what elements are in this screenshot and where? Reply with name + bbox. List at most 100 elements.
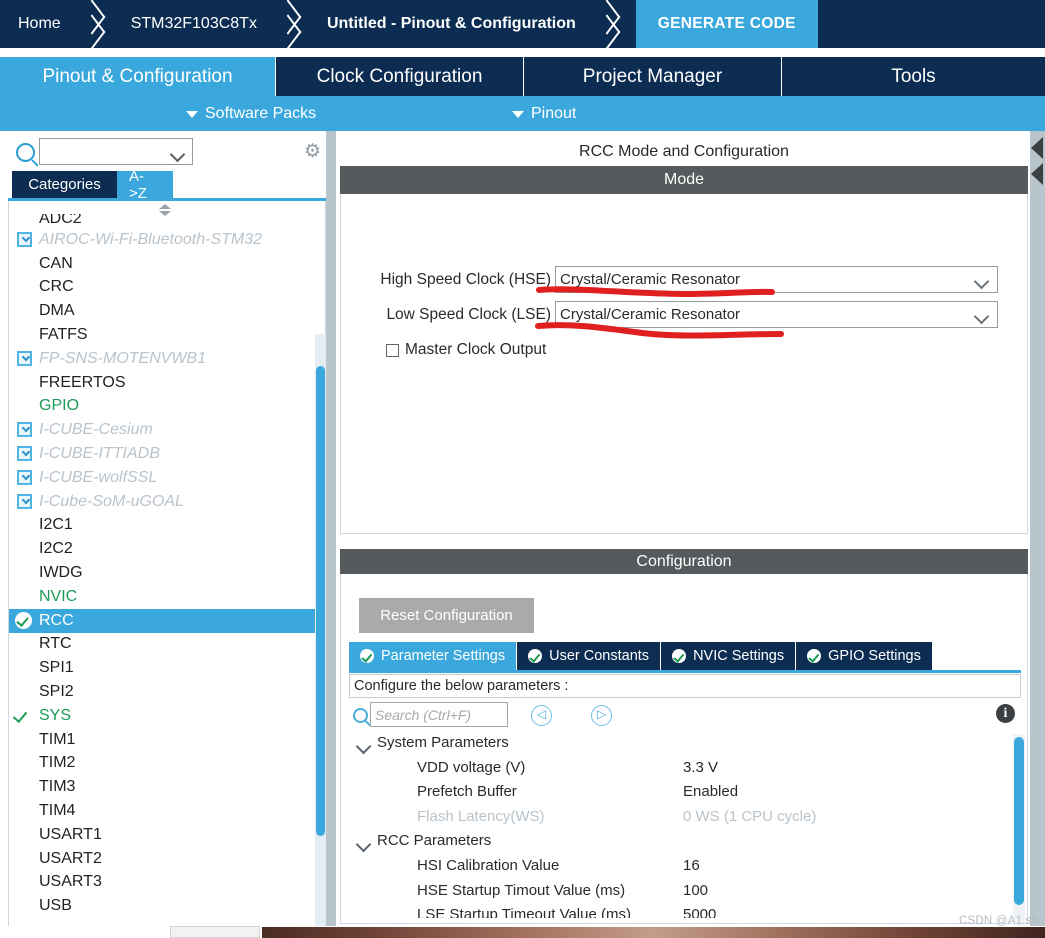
- sidebar-item-rtc[interactable]: RTC: [9, 633, 325, 657]
- tab-clock-configuration[interactable]: Clock Configuration: [276, 57, 524, 96]
- tab-gpio-settings[interactable]: GPIO Settings: [796, 642, 932, 670]
- tab-nvic-settings[interactable]: NVIC Settings: [661, 642, 797, 670]
- sidebar-item-label: USART1: [39, 825, 102, 843]
- sidebar-item-iwdg[interactable]: IWDG: [9, 561, 325, 585]
- parameter-search-input[interactable]: Search (Ctrl+F): [370, 702, 508, 727]
- sidebar-item-tim2[interactable]: TIM2: [9, 752, 325, 776]
- check-circle-icon: [528, 649, 543, 663]
- search-next-button[interactable]: ▷: [591, 705, 612, 726]
- sidebar-search-input[interactable]: [39, 138, 193, 165]
- sidebar-item-spi2[interactable]: SPI2: [9, 680, 325, 704]
- master-clock-output-label: Master Clock Output: [405, 341, 547, 358]
- info-icon[interactable]: i: [996, 704, 1015, 723]
- tree-row-label: HSI Calibration Value: [417, 856, 560, 874]
- mode-section-header: Mode: [340, 166, 1028, 194]
- sidebar-item-label: RCC: [39, 611, 74, 629]
- sidebar-item-rcc[interactable]: RCC: [9, 608, 318, 633]
- gear-icon[interactable]: ⚙: [303, 142, 322, 161]
- tree-row-value: Enabled: [683, 783, 739, 801]
- sidebar-tab-categories-label: Categories: [28, 176, 101, 193]
- tree-row-value: 3.3 V: [683, 758, 719, 776]
- breadcrumb-project[interactable]: Untitled - Pinout & Configuration: [309, 0, 594, 48]
- search-previous-button[interactable]: ◁: [531, 705, 552, 726]
- tree-group-rcc-parameters[interactable]: RCC Parameters: [349, 832, 1009, 857]
- sidebar-item-label: I2C1: [39, 516, 73, 534]
- hse-select[interactable]: Crystal/Ceramic Resonator: [555, 266, 998, 293]
- sidebar-item-usart1[interactable]: USART1: [9, 823, 325, 847]
- sidebar-item-fatfs[interactable]: FATFS: [9, 323, 325, 347]
- reset-configuration-button[interactable]: Reset Configuration: [359, 598, 534, 633]
- chevron-down-icon[interactable]: [169, 146, 186, 163]
- search-icon: [353, 708, 368, 723]
- sidebar-item-gpio[interactable]: GPIO: [9, 395, 325, 419]
- sidebar-item-crc[interactable]: CRC: [9, 276, 325, 300]
- sidebar-item-label: FP-SNS-MOTENVWB1: [39, 349, 207, 367]
- tree-row-vdd-voltage[interactable]: VDD voltage (V) 3.3 V: [349, 759, 1009, 784]
- sidebar-tab-categories[interactable]: Categories: [12, 171, 117, 198]
- collapse-left-arrow-icon[interactable]: [1031, 163, 1043, 185]
- sidebar-item-tim4[interactable]: TIM4: [9, 799, 325, 823]
- sidebar-item-tim3[interactable]: TIM3: [9, 775, 325, 799]
- sidebar-item-freertos[interactable]: FREERTOS: [9, 371, 325, 395]
- tab-tools-label: Tools: [891, 65, 936, 87]
- tree-row-hse-startup-timeout[interactable]: HSE Startup Timout Value (ms) 100: [349, 882, 1009, 907]
- sidebar-item-nvic[interactable]: NVIC: [9, 585, 325, 609]
- sidebar-item-label: I-CUBE-ITTIADB: [39, 445, 160, 463]
- tree-row-hsi-calibration-value[interactable]: HSI Calibration Value 16: [349, 857, 1009, 882]
- sidebar-item-airoc-wifi-bluetooth-stm32[interactable]: AIROC-Wi-Fi-Bluetooth-STM32: [9, 228, 325, 252]
- panel-divider[interactable]: [326, 131, 336, 926]
- breadcrumb-home[interactable]: Home: [0, 0, 79, 48]
- chevron-down-icon: [186, 111, 198, 118]
- tree-row-prefetch-buffer[interactable]: Prefetch Buffer Enabled: [349, 783, 1009, 808]
- sidebar-item-i2c1[interactable]: I2C1: [9, 514, 325, 538]
- tree-row-value: 100: [683, 881, 709, 899]
- tree-row-lse-startup-timeout[interactable]: LSE Startup Timeout Value (ms) 5000: [349, 906, 1009, 918]
- sidebar-search-row: ⚙: [0, 135, 334, 171]
- sidebar-item-usb[interactable]: USB: [9, 894, 325, 918]
- hse-value: Crystal/Ceramic Resonator: [560, 271, 741, 288]
- tab-pinout-configuration[interactable]: Pinout & Configuration: [0, 57, 276, 96]
- sidebar-item-dma[interactable]: DMA: [9, 299, 325, 323]
- parameter-scrollbar-thumb[interactable]: [1014, 737, 1024, 905]
- lse-select[interactable]: Crystal/Ceramic Resonator: [555, 301, 998, 328]
- sidebar-item-label: TIM2: [39, 754, 76, 772]
- sidebar-item-i-cube-ittiadb[interactable]: I-CUBE-ITTIADB: [9, 442, 325, 466]
- sidebar-item-label: FATFS: [39, 326, 88, 344]
- breadcrumb-mcu[interactable]: STM32F103C8Tx: [113, 0, 275, 48]
- tab-tools[interactable]: Tools: [782, 57, 1045, 96]
- tab-parameter-settings[interactable]: Parameter Settings: [349, 642, 518, 670]
- tree-group-system-parameters[interactable]: System Parameters: [349, 734, 1009, 759]
- sidebar-item-usart3[interactable]: USART3: [9, 871, 325, 895]
- download-icon: [17, 446, 32, 462]
- sidebar-item-fp-sns-motenvwb1[interactable]: FP-SNS-MOTENVWB1: [9, 347, 325, 371]
- sidebar-item-spi1[interactable]: SPI1: [9, 656, 325, 680]
- right-edge-strip: [1030, 131, 1045, 926]
- master-clock-output-checkbox[interactable]: [386, 344, 399, 357]
- sidebar-item-usart2[interactable]: USART2: [9, 847, 325, 871]
- sidebar-item-i-cube-wolfssl[interactable]: I-CUBE-wolfSSL: [9, 466, 325, 490]
- tab-user-constants[interactable]: User Constants: [517, 642, 662, 670]
- sidebar-item-sys[interactable]: SYS: [9, 704, 325, 728]
- sidebar-item-label: SPI1: [39, 659, 74, 677]
- sidebar-scrollbar-thumb[interactable]: [316, 366, 325, 836]
- sidebar-item-can[interactable]: CAN: [9, 252, 325, 276]
- download-icon: [17, 232, 32, 247]
- breadcrumb-home-label: Home: [18, 15, 61, 32]
- generate-code-button[interactable]: GENERATE CODE: [635, 0, 818, 48]
- pinout-menu[interactable]: Pinout: [512, 96, 576, 131]
- sidebar-category-tabs: Categories A->Z: [12, 168, 173, 202]
- software-packs-menu[interactable]: Software Packs: [186, 96, 316, 131]
- collapse-left-arrow-icon[interactable]: [1031, 137, 1043, 159]
- tab-project-manager[interactable]: Project Manager: [524, 57, 782, 96]
- sidebar-item-i2c2[interactable]: I2C2: [9, 537, 325, 561]
- breadcrumb-bar: Home STM32F103C8Tx Untitled - Pinout & C…: [0, 0, 1045, 48]
- tab-nvic-settings-label: NVIC Settings: [693, 648, 785, 664]
- configuration-tab-bar: Parameter Settings User Constants NVIC S…: [349, 642, 932, 670]
- hse-field-row: High Speed Clock (HSE) Crystal/Ceramic R…: [371, 266, 1026, 293]
- sidebar-item-label: DMA: [39, 302, 75, 320]
- sidebar-tab-a-to-z[interactable]: A->Z: [117, 168, 173, 202]
- sidebar-item-i-cube-som-ugoal[interactable]: I-Cube-SoM-uGOAL: [9, 490, 325, 514]
- sidebar-item-tim1[interactable]: TIM1: [9, 728, 325, 752]
- sidebar-item-adc2[interactable]: ADC2: [9, 214, 325, 228]
- sidebar-item-i-cube-cesium[interactable]: I-CUBE-Cesium: [9, 418, 325, 442]
